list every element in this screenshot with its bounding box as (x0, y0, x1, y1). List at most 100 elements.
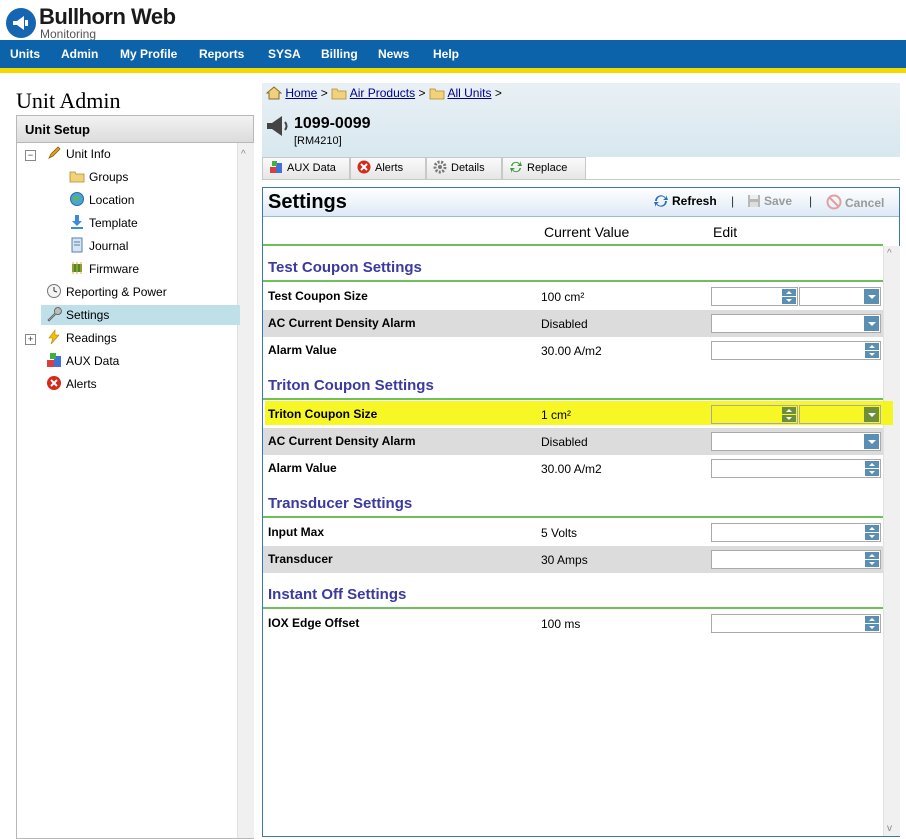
input-max-input[interactable] (711, 523, 881, 542)
tab-label: AUX Data (287, 162, 336, 174)
setting-label: AC Current Density Alarm (268, 434, 416, 448)
tree-item-location[interactable]: Location (69, 190, 134, 210)
setting-value: 30.00 A/m2 (541, 462, 602, 476)
tree-item-aux-data[interactable]: AUX Data (46, 351, 119, 371)
save-button[interactable]: Save (747, 194, 792, 211)
tab-details[interactable]: Details (426, 157, 502, 179)
chevron-down-icon[interactable] (864, 407, 879, 422)
setting-value: 100 ms (541, 617, 581, 631)
tree-item-journal[interactable]: Journal (69, 236, 128, 256)
breadcrumb-air-products[interactable]: Air Products (350, 86, 415, 100)
tree-label: Location (89, 193, 135, 207)
ac-density-alarm-select[interactable] (711, 314, 881, 333)
breadcrumb-all-units[interactable]: All Units (447, 86, 491, 100)
setting-label: IOX Edge Offset (268, 616, 360, 630)
setting-row: AC Current Density Alarm Disabled (263, 428, 883, 455)
nav-units[interactable]: Units (10, 40, 40, 68)
tree-item-alerts[interactable]: Alerts (46, 374, 97, 394)
setting-row: Triton Coupon Size 1 cm² (263, 401, 883, 428)
tree-scrollbar[interactable]: ^ (237, 143, 254, 838)
scroll-up-icon[interactable]: ^ (241, 149, 246, 160)
tree-item-readings[interactable]: Readings (46, 328, 117, 348)
setting-value: 30.00 A/m2 (541, 344, 602, 358)
column-header-current-value: Current Value (544, 224, 630, 240)
column-header-edit: Edit (713, 224, 738, 240)
chevron-down-icon[interactable] (864, 316, 879, 331)
tab-replace[interactable]: Replace (502, 157, 586, 179)
setting-row: Test Coupon Size 100 cm² (263, 283, 883, 310)
tab-aux-data[interactable]: AUX Data (262, 157, 350, 179)
tree-item-firmware[interactable]: Firmware (69, 259, 139, 279)
tree-label: Template (89, 216, 138, 230)
scroll-down-icon[interactable]: v (887, 823, 892, 834)
gear-icon (433, 160, 447, 182)
settings-scrollbar[interactable]: ^ v (883, 246, 900, 836)
triton-ac-density-alarm-select[interactable] (711, 432, 881, 451)
cancel-icon (826, 194, 842, 213)
breadcrumb-home[interactable]: Home (285, 86, 317, 100)
chevron-down-icon[interactable] (864, 289, 879, 304)
tab-label: Details (451, 162, 485, 174)
nav-reports[interactable]: Reports (199, 40, 244, 68)
nav-news[interactable]: News (378, 40, 409, 68)
refresh-button[interactable]: Refresh (653, 194, 717, 211)
scroll-up-icon[interactable]: ^ (887, 248, 892, 259)
spinner[interactable] (782, 407, 796, 422)
clock-icon (46, 283, 62, 299)
unit-tabs: AUX Data Alerts Details Replace (262, 157, 900, 180)
tree-item-unit-info[interactable]: Unit Info (46, 144, 111, 164)
setting-label: Alarm Value (268, 343, 337, 357)
tab-alerts[interactable]: Alerts (350, 157, 426, 179)
spinner[interactable] (865, 552, 879, 567)
nav-accent-stripe (0, 68, 906, 73)
toolbar-separator: | (731, 194, 735, 208)
setting-value: Disabled (541, 317, 588, 331)
folder-icon (429, 86, 445, 103)
tree-label: Groups (89, 170, 129, 184)
spinner[interactable] (865, 343, 879, 358)
section-title-triton-coupon: Triton Coupon Settings (268, 377, 434, 394)
tree-label: AUX Data (66, 354, 120, 368)
transducer-input[interactable] (711, 550, 881, 569)
cancel-button[interactable]: Cancel (826, 194, 884, 213)
tree-label: Readings (66, 331, 117, 345)
tree-item-groups[interactable]: Groups (69, 167, 128, 187)
triton-coupon-size-input[interactable] (711, 405, 798, 424)
expand-readings-icon[interactable]: + (25, 334, 36, 345)
aux-data-icon (46, 352, 62, 368)
spinner[interactable] (865, 616, 879, 631)
nav-sysa[interactable]: SYSA (268, 40, 301, 68)
alarm-value-input[interactable] (711, 341, 881, 360)
collapse-unit-info-icon[interactable]: − (25, 150, 36, 161)
download-icon (69, 214, 85, 230)
unit-setup-title: Unit Setup (25, 122, 90, 137)
tree-item-template[interactable]: Template (69, 213, 138, 233)
setting-row: IOX Edge Offset 100 ms (263, 610, 883, 637)
tree-item-settings[interactable]: Settings (41, 305, 240, 325)
triton-coupon-size-unit-select[interactable] (799, 405, 881, 424)
breadcrumb-separator: > (418, 86, 426, 100)
triton-alarm-value-input[interactable] (711, 459, 881, 478)
tree-label: Reporting & Power (66, 285, 167, 299)
nav-help[interactable]: Help (433, 40, 459, 68)
tree-label: Unit Info (66, 147, 111, 161)
nav-billing[interactable]: Billing (321, 40, 358, 68)
nav-admin[interactable]: Admin (61, 40, 98, 68)
chevron-down-icon[interactable] (864, 434, 879, 449)
tree-item-reporting-power[interactable]: Reporting & Power (46, 282, 167, 302)
setting-value: 100 cm² (541, 290, 585, 304)
unit-model: [RM4210] (294, 135, 342, 147)
test-coupon-size-unit-select[interactable] (799, 287, 881, 306)
save-label: Save (764, 194, 793, 208)
wrench-icon (46, 306, 62, 322)
spinner[interactable] (782, 289, 796, 304)
setting-value: Disabled (541, 435, 588, 449)
section-title-test-coupon: Test Coupon Settings (268, 259, 422, 276)
setting-row: AC Current Density Alarm Disabled (263, 310, 883, 337)
test-coupon-size-input[interactable] (711, 287, 798, 306)
iox-edge-offset-input[interactable] (711, 614, 881, 633)
cancel-label: Cancel (845, 196, 885, 210)
nav-my-profile[interactable]: My Profile (120, 40, 177, 68)
spinner[interactable] (865, 461, 879, 476)
spinner[interactable] (865, 525, 879, 540)
